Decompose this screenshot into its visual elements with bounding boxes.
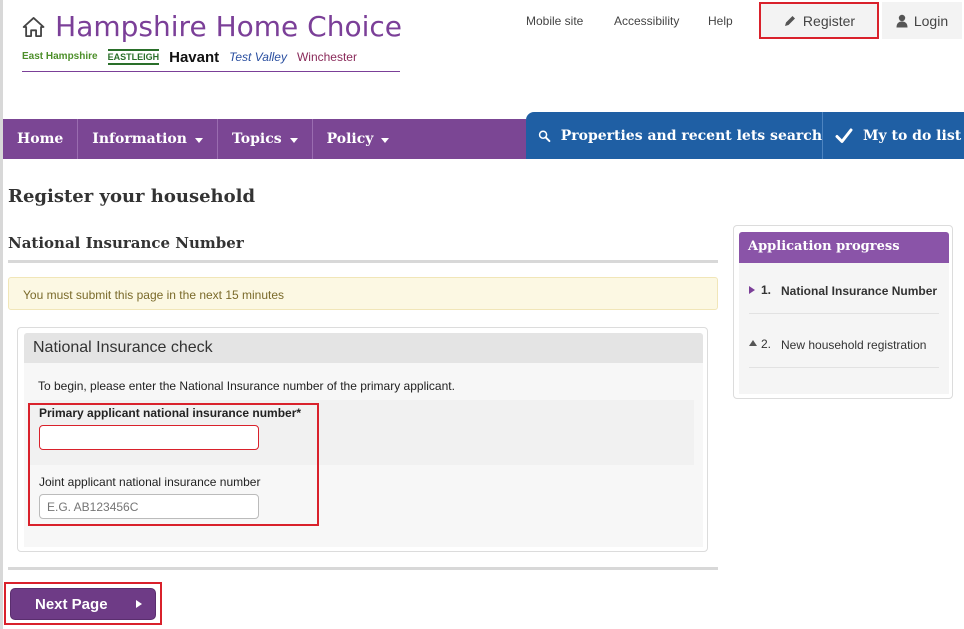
- nav-information[interactable]: Information: [78, 119, 218, 159]
- progress-step-1: 1. National Insurance Number: [749, 283, 939, 314]
- panel-intro: To begin, please enter the National Insu…: [38, 379, 455, 393]
- next-page-label: Next Page: [35, 595, 108, 613]
- accessibility-link[interactable]: Accessibility: [614, 14, 679, 28]
- mobile-site-link[interactable]: Mobile site: [526, 14, 583, 28]
- user-icon: [896, 14, 908, 27]
- next-page-button[interactable]: Next Page: [10, 588, 156, 620]
- caret-down-icon: [381, 137, 390, 143]
- main-nav: Home Information Topics Policy: [3, 119, 526, 159]
- site-logo[interactable]: Hampshire Home Choice East Hampshire EAS…: [22, 10, 402, 72]
- nav-policy[interactable]: Policy: [313, 119, 404, 159]
- todo-list-button[interactable]: My to do list: [823, 112, 964, 159]
- step-number: 1.: [761, 283, 772, 297]
- register-label: Register: [802, 12, 856, 29]
- step-label: New household registration: [781, 338, 927, 352]
- nav-home[interactable]: Home: [3, 119, 79, 159]
- register-button[interactable]: Register: [759, 2, 879, 39]
- nav-topics[interactable]: Topics: [218, 119, 313, 159]
- nav-information-label: Information: [92, 131, 187, 147]
- quick-actions-bar: Properties and recent lets search My to …: [526, 112, 964, 159]
- login-label: Login: [913, 12, 949, 29]
- council-winchester: Winchester: [296, 50, 357, 64]
- todo-list-label: My to do list: [863, 127, 962, 144]
- fields-highlight: [28, 403, 319, 526]
- current-step-icon: [749, 286, 755, 294]
- nav-policy-label: Policy: [326, 131, 374, 147]
- properties-search-button[interactable]: Properties and recent lets search: [526, 112, 823, 159]
- arrow-right-icon: [135, 600, 142, 608]
- search-icon: [538, 129, 551, 142]
- time-limit-notice: You must submit this page in the next 15…: [8, 277, 718, 310]
- progress-title: Application progress: [739, 232, 949, 263]
- step-number: 2.: [761, 337, 772, 351]
- council-eastleigh: EASTLEIGH: [107, 49, 160, 65]
- progress-steps: 1. National Insurance Number 2. New hous…: [739, 263, 949, 394]
- progress-step-2: 2. New household registration: [749, 337, 939, 368]
- council-havant: Havant: [169, 48, 220, 66]
- pencil-icon: [784, 15, 795, 26]
- application-progress: Application progress 1. National Insuran…: [733, 225, 953, 399]
- pending-step-icon: [749, 340, 757, 346]
- step-label: National Insurance Number: [781, 284, 938, 298]
- nav-topics-label: Topics: [231, 131, 282, 147]
- panel-title: National Insurance check: [24, 333, 703, 363]
- page-title: Register your household: [8, 186, 256, 207]
- help-link[interactable]: Help: [708, 14, 733, 28]
- divider: [8, 567, 718, 570]
- divider: [8, 260, 718, 263]
- council-east-hampshire: East Hampshire: [22, 51, 98, 62]
- caret-down-icon: [289, 137, 298, 143]
- login-button[interactable]: Login: [882, 2, 962, 39]
- caret-down-icon: [194, 137, 203, 143]
- council-logos: East Hampshire EASTLEIGH Havant Test Val…: [22, 49, 400, 72]
- section-title: National Insurance Number: [8, 234, 244, 252]
- properties-search-label: Properties and recent lets search: [560, 127, 822, 144]
- checkmark-icon: [835, 128, 853, 143]
- home-icon: [22, 16, 45, 37]
- council-test-valley: Test Valley: [229, 50, 287, 64]
- site-title: Hampshire Home Choice: [55, 10, 402, 43]
- nav-home-label: Home: [17, 131, 64, 147]
